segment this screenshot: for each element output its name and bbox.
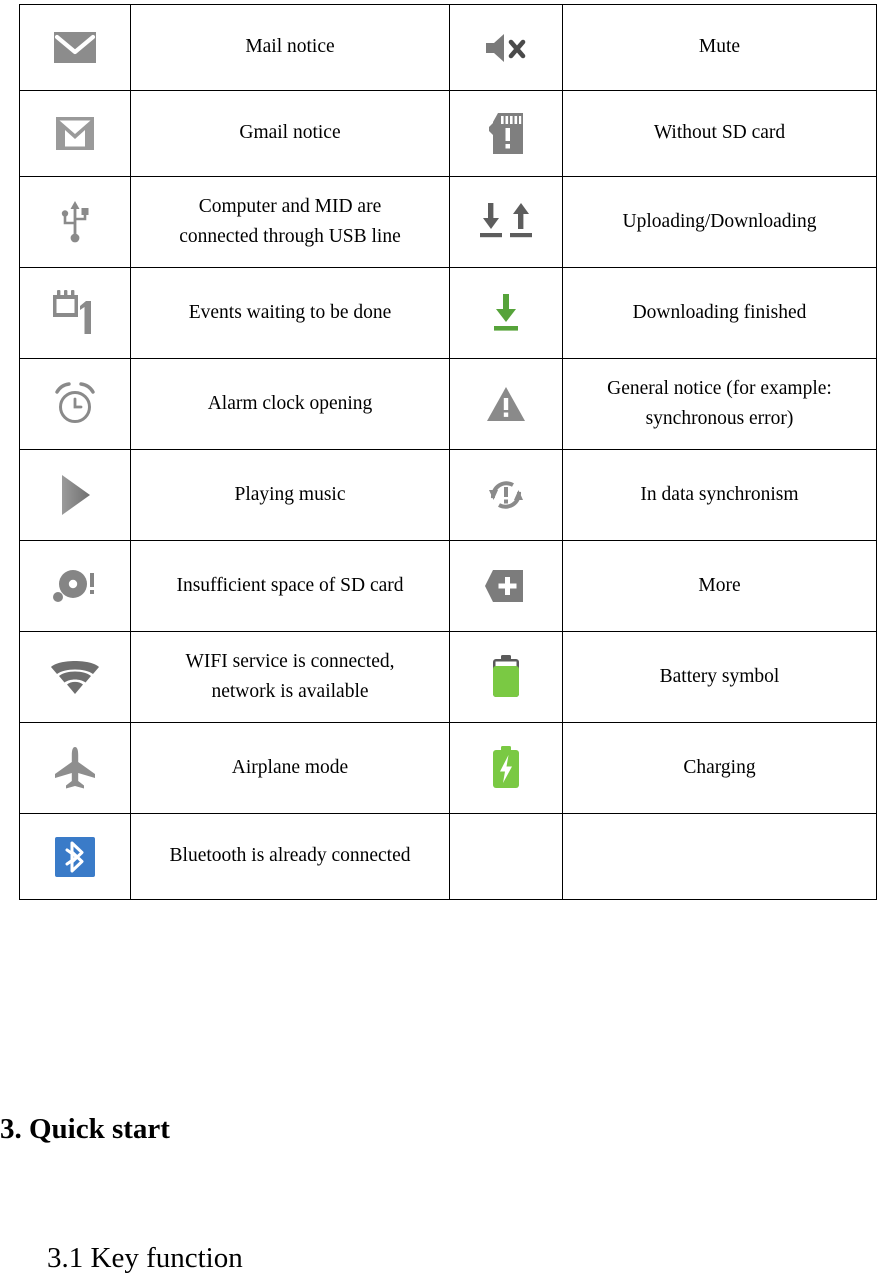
desc-line: Alarm clock opening xyxy=(207,392,373,414)
desc-line: Mute xyxy=(698,36,741,58)
sd-card-full-icon xyxy=(53,570,94,602)
desc-cell: Charging xyxy=(562,722,877,814)
desc-line: Gmail notice xyxy=(239,122,341,144)
desc-line: Uploading/Downloading xyxy=(622,210,817,232)
battery-icon xyxy=(493,655,519,697)
icon-cell-airplane xyxy=(19,722,131,814)
page-heading-chapter: 3. Quick start xyxy=(0,1113,170,1145)
data-sync-icon xyxy=(489,481,523,509)
desc-line: More xyxy=(698,574,741,596)
desc-cell: In data synchronism xyxy=(562,449,877,541)
table-row: Gmail notice Without SD card xyxy=(19,90,877,177)
desc-line: Playing music xyxy=(234,483,346,505)
desc-line: Insufficient space of SD card xyxy=(176,574,404,596)
status-notification-icon-table: Mail notice Mute Gmail notice Without SD… xyxy=(19,4,877,900)
airplane-mode-icon xyxy=(55,747,95,789)
desc-cell-empty xyxy=(562,813,877,900)
desc-cell: Computer and MID are connected through U… xyxy=(130,176,450,268)
desc-cell: Airplane mode xyxy=(130,722,450,814)
desc-cell: Mail notice xyxy=(130,4,450,91)
desc-cell: Mute xyxy=(562,4,877,91)
desc-line: Bluetooth is already connected xyxy=(169,845,411,867)
table-row: Computer and MID are connected through U… xyxy=(19,176,877,268)
icon-cell-empty xyxy=(449,813,563,900)
desc-line: Charging xyxy=(683,756,756,778)
icon-cell-usb xyxy=(19,176,131,268)
desc-cell: Insufficient space of SD card xyxy=(130,540,450,632)
table-row: Mail notice Mute xyxy=(19,4,877,91)
sd-card-missing-icon xyxy=(489,113,523,154)
table-row: WIFI service is connected, network is av… xyxy=(19,631,877,723)
desc-line: Battery symbol xyxy=(659,665,780,687)
desc-line: Without SD card xyxy=(653,122,786,144)
desc-cell: General notice (for example: synchronous… xyxy=(562,358,877,450)
desc-cell: More xyxy=(562,540,877,632)
desc-cell: Alarm clock opening xyxy=(130,358,450,450)
icon-cell-mute xyxy=(449,4,563,91)
icon-cell-alarm xyxy=(19,358,131,450)
desc-cell: Playing music xyxy=(130,449,450,541)
icon-cell-download-done xyxy=(449,267,563,359)
desc-cell: Events waiting to be done xyxy=(130,267,450,359)
usb-icon xyxy=(61,201,89,243)
icon-cell-sync xyxy=(449,449,563,541)
speaker-mute-icon xyxy=(486,33,526,62)
upload-download-arrows-icon xyxy=(480,203,532,238)
gmail-icon xyxy=(56,117,94,150)
desc-line: synchronous error) xyxy=(645,408,794,429)
icon-cell-battery xyxy=(449,631,563,723)
icon-cell-charging xyxy=(449,722,563,814)
table-row: Airplane mode Charging xyxy=(19,722,877,814)
table-row: Bluetooth is already connected xyxy=(19,813,877,900)
icon-cell-calendar xyxy=(19,267,131,359)
icon-cell-mail xyxy=(19,4,131,91)
desc-line: Mail notice xyxy=(245,36,335,58)
desc-line: WIFI service is connected, xyxy=(185,650,395,672)
desc-cell: Uploading/Downloading xyxy=(562,176,877,268)
icon-cell-updown xyxy=(449,176,563,268)
battery-charging-icon xyxy=(493,746,519,788)
alarm-clock-icon xyxy=(55,382,95,423)
icon-cell-play xyxy=(19,449,131,541)
bluetooth-icon xyxy=(55,836,95,877)
desc-line: Events waiting to be done xyxy=(188,301,392,323)
icon-cell-more xyxy=(449,540,563,632)
page-heading-section: 3.1 Key function xyxy=(47,1242,243,1274)
mail-envelope-icon xyxy=(54,32,96,63)
desc-line: connected through USB line xyxy=(179,226,401,247)
table-row: Playing music In data synchronism xyxy=(19,449,877,541)
desc-line: General notice (for example: xyxy=(607,377,832,399)
play-music-icon xyxy=(62,475,90,515)
table-row: Alarm clock opening General notice (for … xyxy=(19,358,877,450)
calendar-event-icon xyxy=(53,290,91,334)
table-row: Events waiting to be done Downloading fi… xyxy=(19,267,877,359)
desc-cell: WIFI service is connected, network is av… xyxy=(130,631,450,723)
desc-cell: Gmail notice xyxy=(130,90,450,177)
wifi-icon xyxy=(51,661,99,694)
desc-cell: Bluetooth is already connected xyxy=(130,813,450,900)
icon-cell-gmail xyxy=(19,90,131,177)
icon-cell-sd-full xyxy=(19,540,131,632)
warning-triangle-icon xyxy=(487,387,525,421)
icon-cell-bluetooth xyxy=(19,813,131,900)
icon-cell-warning xyxy=(449,358,563,450)
table-row: Insufficient space of SD card More xyxy=(19,540,877,632)
desc-line: Airplane mode xyxy=(231,756,349,778)
desc-line: Downloading finished xyxy=(632,301,807,323)
download-finished-icon xyxy=(494,294,518,331)
desc-line: network is available xyxy=(211,681,369,702)
desc-cell: Without SD card xyxy=(562,90,877,177)
desc-cell: Downloading finished xyxy=(562,267,877,359)
icon-cell-wifi xyxy=(19,631,131,723)
icon-cell-sd-missing xyxy=(449,90,563,177)
desc-line: In data synchronism xyxy=(640,483,799,505)
desc-line: Computer and MID are xyxy=(198,195,382,217)
desc-cell: Battery symbol xyxy=(562,631,877,723)
more-plus-icon xyxy=(485,570,523,602)
